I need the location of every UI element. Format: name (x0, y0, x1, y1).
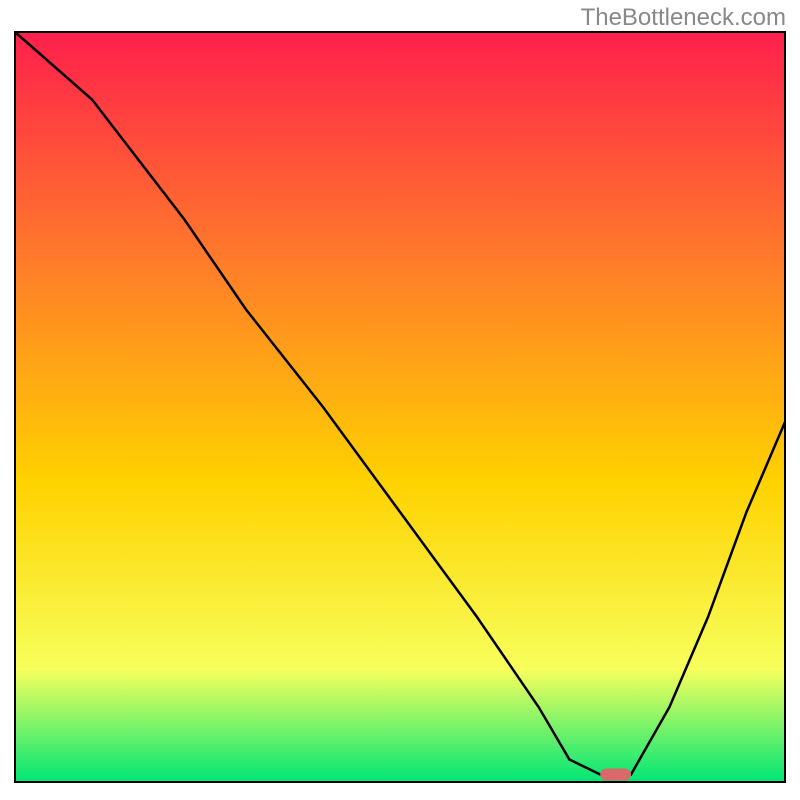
chart-container: TheBottleneck.com (0, 0, 800, 800)
watermark-text: TheBottleneck.com (581, 4, 786, 32)
bottleneck-chart (0, 0, 800, 800)
optimum-marker (600, 769, 631, 781)
plot-background (15, 32, 785, 782)
